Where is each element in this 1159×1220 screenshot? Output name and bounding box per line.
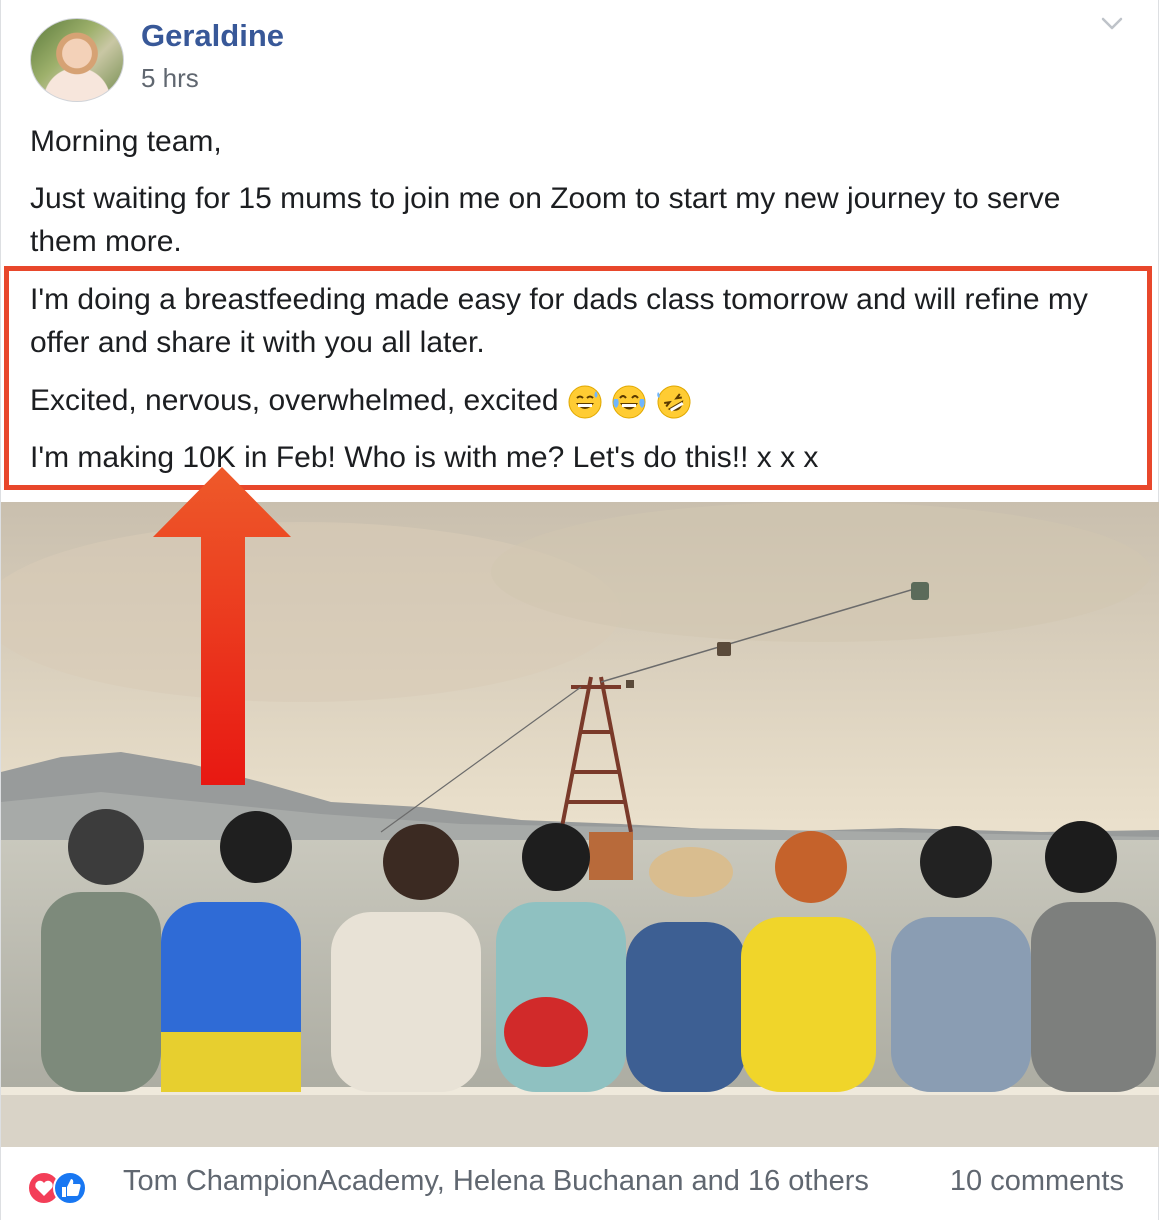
author-avatar[interactable] <box>30 18 124 102</box>
post-text-waiting: Just waiting for 15 mums to join me on Z… <box>30 182 1061 258</box>
comments-count[interactable]: 10 comments <box>950 1165 1124 1198</box>
reaction-icons[interactable] <box>26 1171 116 1205</box>
chevron-down-icon[interactable] <box>1098 10 1126 38</box>
post-text-greeting: Morning team, <box>30 125 222 158</box>
red-arrow-up-icon <box>153 467 291 785</box>
post-footer: Tom ChampionAcademy, Helena Buchanan and… <box>1 1147 1159 1220</box>
post-timestamp[interactable]: 5 hrs <box>141 63 199 94</box>
reactors-text[interactable]: Tom ChampionAcademy, Helena Buchanan and… <box>123 1165 869 1198</box>
like-icon <box>53 1171 87 1205</box>
highlight-box <box>4 266 1152 490</box>
author-name[interactable]: Geraldine <box>141 18 284 54</box>
facebook-post: Geraldine 5 hrs Morning team, Just waiti… <box>0 0 1159 1220</box>
